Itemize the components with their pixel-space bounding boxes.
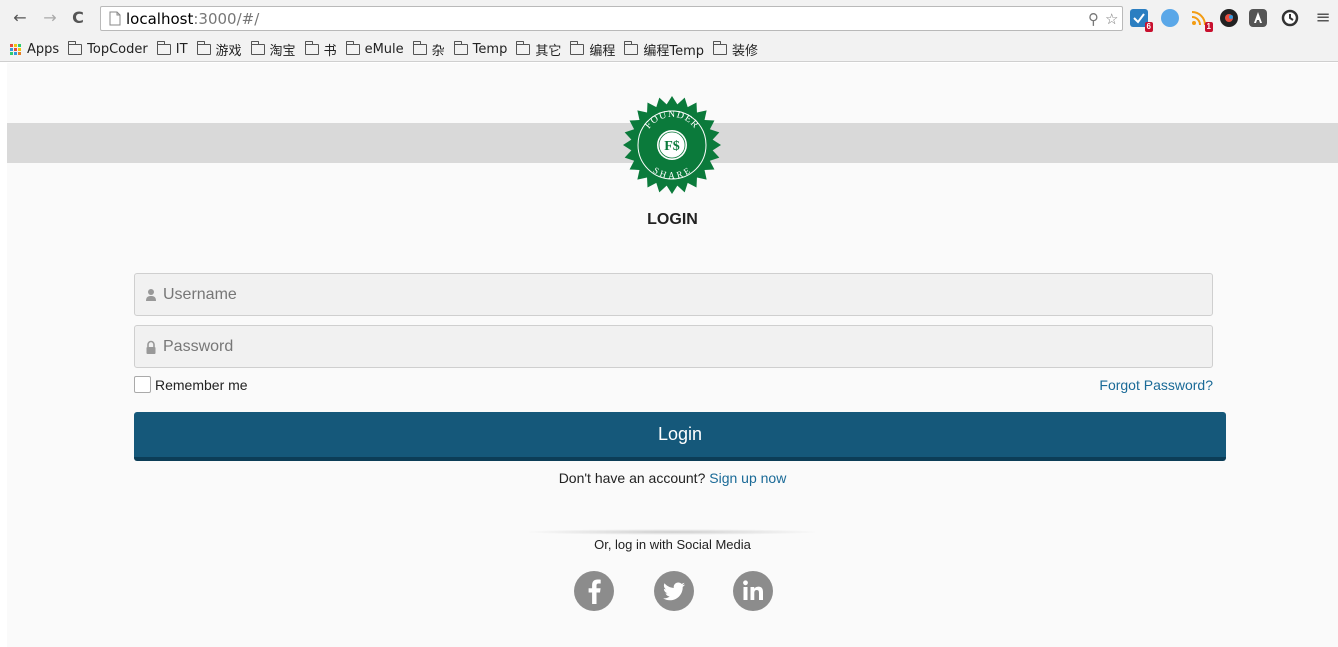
bookmark-label: 游戏 — [215, 44, 242, 59]
bookmark-label: 编程 — [589, 44, 616, 59]
compass-extension-icon[interactable] — [1161, 9, 1179, 27]
extension-badge: 1 — [1204, 22, 1213, 32]
color-picker-extension-icon[interactable] — [1220, 9, 1238, 27]
folder-icon — [516, 41, 531, 55]
angular-extension-icon[interactable] — [1249, 9, 1267, 27]
bookmark-label: Temp — [472, 42, 508, 57]
bookmark-folder[interactable]: Temp — [453, 41, 508, 57]
folder-icon — [713, 41, 728, 55]
folder-icon — [453, 41, 468, 55]
menu-icon[interactable]: ≡ — [1313, 8, 1333, 28]
bookmark-folder[interactable]: 其它 — [516, 40, 561, 59]
bookmark-folder[interactable]: TopCoder — [68, 41, 148, 57]
username-field[interactable] — [134, 273, 1213, 316]
reload-icon[interactable]: C — [68, 8, 88, 28]
bookmark-label: 书 — [323, 44, 337, 59]
bookmark-label: Apps — [27, 42, 60, 57]
divider — [522, 529, 822, 535]
url-host: localhost — [126, 10, 194, 28]
founder-share-logo: F$ FOUNDER SHARE — [623, 96, 721, 194]
bookmark-label: 淘宝 — [269, 44, 296, 59]
password-input[interactable] — [163, 326, 1203, 367]
page-icon — [109, 11, 121, 26]
folder-icon — [68, 41, 83, 55]
browser-toolbar: ← → C localhost:3000/#/ ⚲ ☆ 6 1 ≡ — [0, 0, 1338, 38]
bookmark-folder[interactable]: 游戏 — [196, 40, 242, 59]
extension-badge: 6 — [1144, 22, 1153, 32]
url-path: :3000/#/ — [193, 10, 260, 28]
bookmark-label: eMule — [364, 42, 404, 57]
bookmark-folder[interactable]: 书 — [304, 40, 337, 59]
bookmark-folder[interactable]: 编程Temp — [624, 40, 704, 59]
username-input[interactable] — [163, 274, 1203, 315]
linkedin-icon[interactable] — [733, 571, 773, 611]
bookmark-label: IT — [175, 42, 188, 57]
bookmark-folder[interactable]: IT — [156, 41, 188, 57]
folder-icon — [196, 41, 211, 55]
twitter-icon[interactable] — [654, 571, 694, 611]
folder-icon — [250, 41, 265, 55]
bookmark-label: 装修 — [732, 44, 759, 59]
signup-line: Don't have an account? Sign up now — [7, 470, 1338, 486]
forward-arrow-icon[interactable]: → — [40, 8, 60, 28]
lock-icon — [146, 340, 156, 354]
facebook-icon[interactable] — [574, 571, 614, 611]
address-bar[interactable]: localhost:3000/#/ ⚲ ☆ — [100, 6, 1123, 31]
folder-icon — [156, 41, 171, 55]
clock-extension-icon[interactable] — [1281, 9, 1299, 27]
bookmark-label: TopCoder — [87, 42, 148, 57]
bookmark-folder[interactable]: 杂 — [412, 40, 445, 59]
bookmark-label: 杂 — [431, 44, 445, 59]
rss-extension-icon[interactable]: 1 — [1190, 9, 1213, 32]
remember-me[interactable]: Remember me — [134, 376, 248, 393]
folder-icon — [412, 41, 427, 55]
bookmark-folder[interactable]: 编程 — [570, 40, 615, 59]
star-icon[interactable]: ☆ — [1105, 10, 1118, 28]
remember-label: Remember me — [155, 376, 248, 393]
page-title: LOGIN — [647, 211, 698, 228]
login-page: F$ FOUNDER SHARE LOGIN Remember me Forgo… — [7, 63, 1338, 647]
signup-prompt: Don't have an account? — [558, 470, 706, 486]
bookmark-folder[interactable]: 淘宝 — [250, 40, 296, 59]
folder-icon — [570, 41, 585, 55]
apps-grid-icon — [10, 43, 22, 56]
bookmarks-bar: Apps TopCoder IT 游戏 淘宝 书 eMule 杂 Temp 其它… — [0, 38, 1338, 62]
zoom-icon[interactable]: ⚲ — [1088, 10, 1099, 28]
remember-checkbox[interactable] — [134, 376, 151, 393]
bookmark-label: 其它 — [535, 44, 562, 59]
user-icon — [146, 289, 156, 301]
logo-monogram: F$ — [664, 139, 680, 154]
bookmark-label: 编程Temp — [643, 44, 705, 59]
folder-icon — [624, 41, 639, 55]
bookmark-folder[interactable]: eMule — [345, 41, 404, 57]
folder-icon — [345, 41, 360, 55]
bookmark-folder[interactable]: 装修 — [713, 40, 758, 59]
password-field[interactable] — [134, 325, 1213, 368]
forgot-password-link[interactable]: Forgot Password? — [1099, 377, 1213, 393]
bookmark-apps[interactable]: Apps — [10, 42, 59, 57]
back-arrow-icon[interactable]: ← — [10, 8, 30, 28]
folder-icon — [304, 41, 319, 55]
url-text: localhost:3000/#/ — [126, 10, 259, 28]
social-login-text: Or, log in with Social Media — [594, 537, 751, 552]
checklist-extension-icon[interactable]: 6 — [1130, 9, 1153, 32]
login-button[interactable]: Login — [134, 412, 1226, 461]
signup-link[interactable]: Sign up now — [709, 470, 786, 486]
